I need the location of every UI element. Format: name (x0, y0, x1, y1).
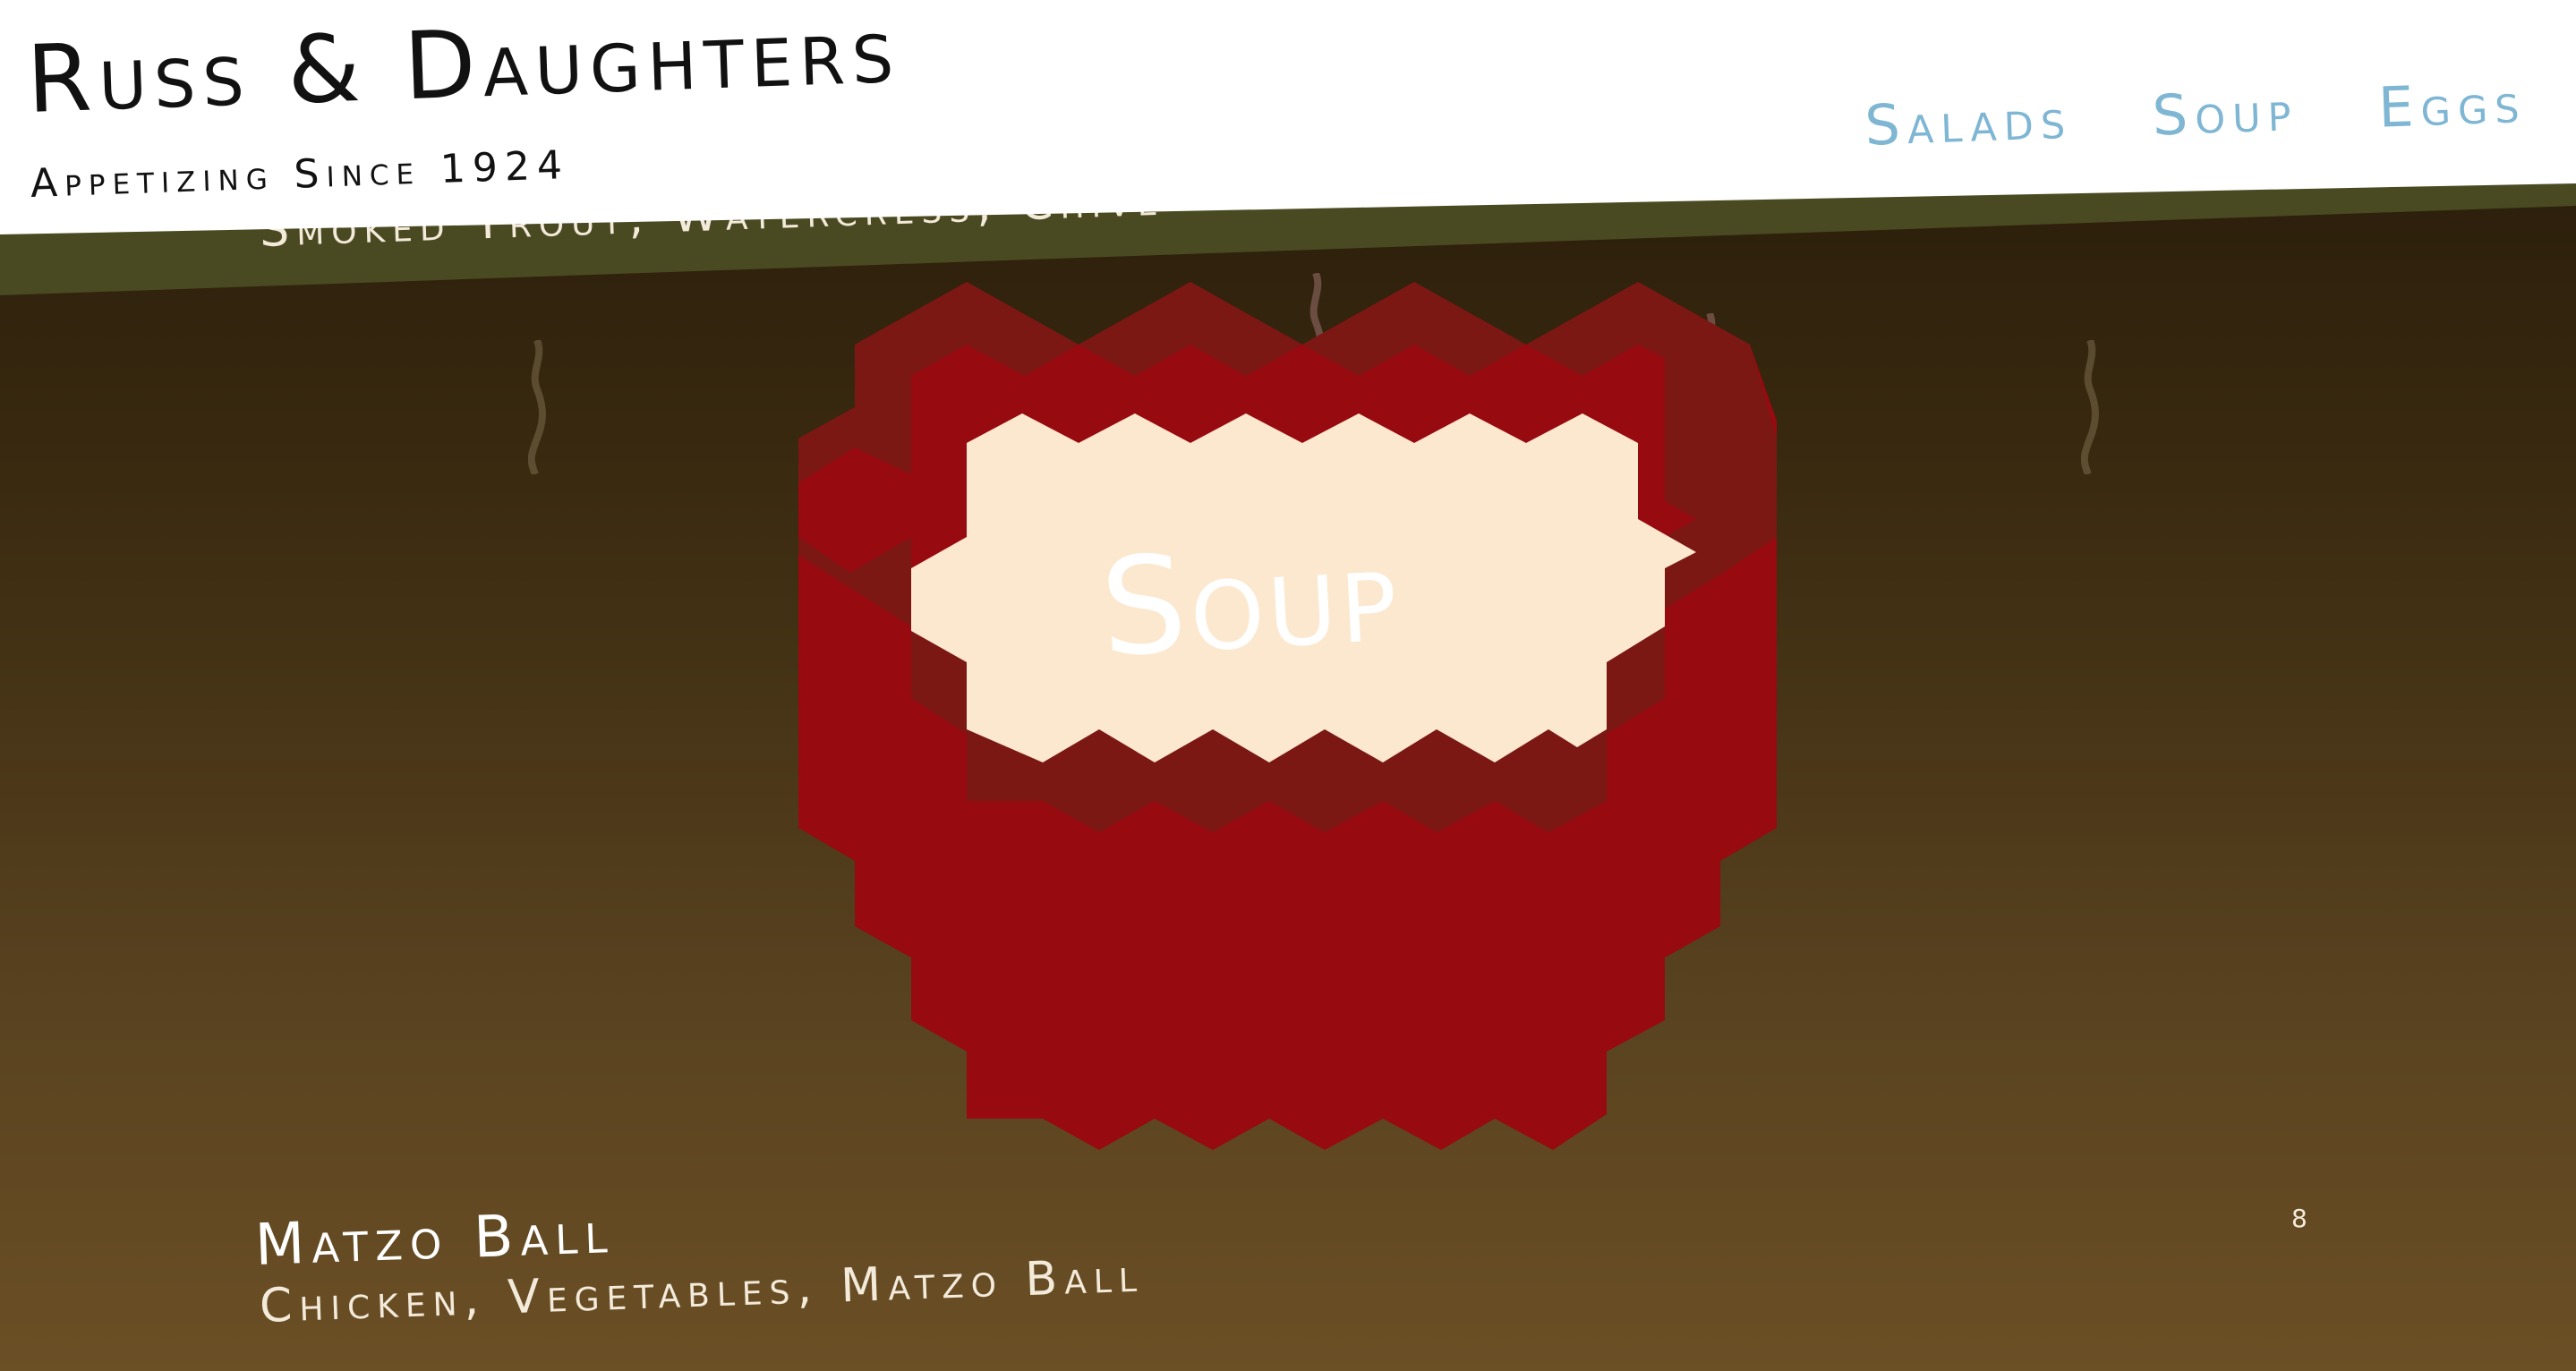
nav-link-eggs[interactable]: Eggs (2377, 70, 2528, 141)
page-scene: Smoked Trout, Watercress, Chive Soup Mat… (0, 0, 2576, 1371)
bowl-section-label: Soup (1096, 515, 1404, 687)
menu-item-name: Matzo Ball (253, 1200, 616, 1279)
main-nav: Salads Soup Eggs (1864, 70, 2527, 158)
brand-title[interactable]: Russ & Daughters (25, 0, 902, 134)
nav-link-soup[interactable]: Soup (2151, 78, 2299, 149)
page-number: 8 (2291, 1204, 2307, 1233)
brand-subtitle: Appetizing Since 1924 (30, 141, 570, 207)
nav-link-salads[interactable]: Salads (1864, 86, 2073, 158)
